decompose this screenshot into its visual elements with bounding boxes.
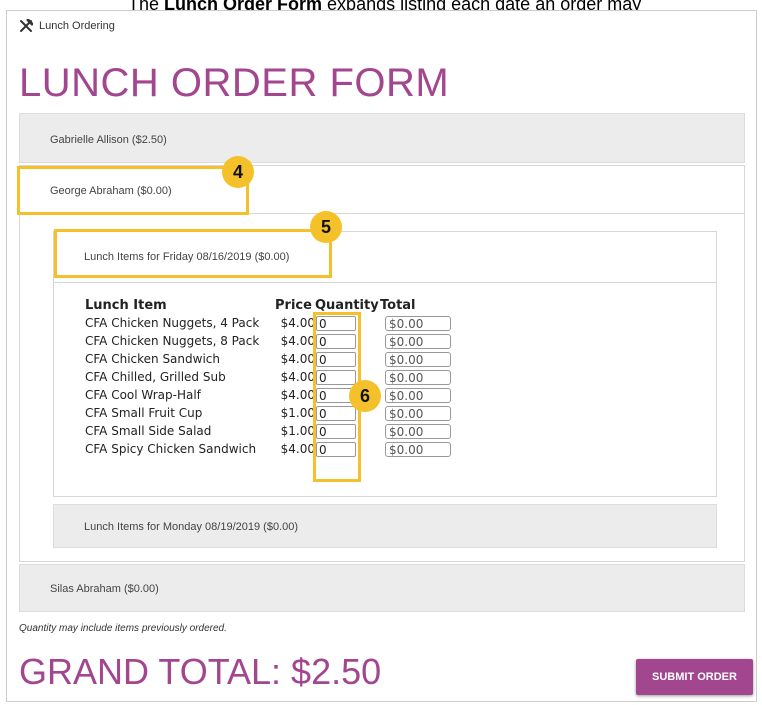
table-row: CFA Spicy Chicken Sandwich $4.00 0 $0.00: [85, 442, 465, 459]
table-row: CFA Chicken Nuggets, 4 Pack $4.00 0 $0.00: [85, 316, 465, 333]
col-header-item: Lunch Item: [85, 298, 167, 313]
table-row: CFA Chilled, Grilled Sub $4.00 0 $0.00: [85, 370, 465, 387]
total-field: $0.00: [385, 388, 451, 403]
item-price: $1.00: [280, 424, 315, 438]
total-field: $0.00: [385, 406, 451, 421]
total-field: $0.00: [385, 442, 451, 457]
item-name: CFA Chicken Nuggets, 4 Pack: [85, 316, 260, 330]
total-field: $0.00: [385, 424, 451, 439]
breadcrumb[interactable]: Lunch Ordering: [19, 19, 115, 33]
table-row: CFA Cool Wrap-Half $4.00 0 $0.00: [85, 388, 465, 405]
item-price: $1.00: [280, 406, 315, 420]
item-price: $4.00: [280, 388, 315, 402]
col-header-price: Price: [275, 298, 312, 313]
callout-badge-5: 5: [310, 211, 342, 243]
callout-box-5: [54, 229, 332, 278]
table-row: CFA Chicken Nuggets, 8 Pack $4.00 0 $0.00: [85, 334, 465, 351]
item-name: CFA Spicy Chicken Sandwich: [85, 442, 257, 456]
item-name: CFA Cool Wrap-Half: [85, 388, 201, 402]
page-title: LUNCH ORDER FORM: [19, 61, 450, 105]
total-field: $0.00: [385, 334, 451, 349]
day-label: Lunch Items for Monday 08/19/2019 ($0.00…: [84, 521, 299, 533]
col-header-total: Total: [380, 298, 416, 313]
student-label: Gabrielle Allison ($2.50): [50, 134, 167, 146]
grand-total: GRAND TOTAL: $2.50: [19, 651, 382, 692]
item-name: CFA Chicken Sandwich: [85, 352, 220, 366]
student-panel-silas[interactable]: Silas Abraham ($0.00): [19, 564, 745, 612]
callout-box-4: [17, 166, 249, 215]
item-name: CFA Small Fruit Cup: [85, 406, 203, 420]
table-row: CFA Small Side Salad $1.00 0 $0.00: [85, 424, 465, 441]
student-label: Silas Abraham ($0.00): [50, 583, 159, 595]
submit-order-button[interactable]: SUBMIT ORDER: [636, 659, 753, 695]
fork-knife-icon: [20, 19, 33, 32]
total-field: $0.00: [385, 352, 451, 367]
breadcrumb-label: Lunch Ordering: [39, 20, 115, 32]
item-price: $4.00: [280, 352, 315, 366]
total-field: $0.00: [385, 316, 451, 331]
item-price: $4.00: [280, 370, 315, 384]
quantity-note: Quantity may include items previously or…: [19, 623, 227, 634]
item-price: $4.00: [280, 316, 315, 330]
table-row: CFA Small Fruit Cup $1.00 0 $0.00: [85, 406, 465, 423]
item-name: CFA Small Side Salad: [85, 424, 212, 438]
item-name: CFA Chilled, Grilled Sub: [85, 370, 226, 384]
item-name: CFA Chicken Nuggets, 8 Pack: [85, 334, 260, 348]
col-header-quantity: Quantity: [315, 298, 379, 313]
item-price: $4.00: [280, 334, 315, 348]
callout-badge-6: 6: [349, 380, 381, 412]
table-row: CFA Chicken Sandwich $4.00 0 $0.00: [85, 352, 465, 369]
item-price: $4.00: [280, 442, 315, 456]
callout-badge-4: 4: [222, 156, 254, 188]
total-field: $0.00: [385, 370, 451, 385]
day-panel-monday[interactable]: Lunch Items for Monday 08/19/2019 ($0.00…: [53, 504, 717, 548]
student-panel-gabrielle[interactable]: Gabrielle Allison ($2.50): [19, 113, 745, 163]
